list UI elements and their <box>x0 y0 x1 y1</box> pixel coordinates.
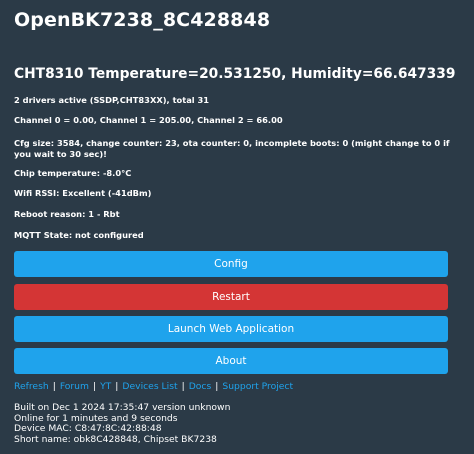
link-separator: | <box>181 381 185 392</box>
device-footer: Built on Dec 1 2024 17:35:47 version unk… <box>14 402 231 445</box>
config-button[interactable]: Config <box>14 251 448 277</box>
reboot-reason: Reboot reason: 1 - Rbt <box>14 209 120 219</box>
devices-list-link[interactable]: Devices List <box>122 381 177 392</box>
short-name-info: Short name: obk8C428848, Chipset BK7238 <box>14 433 217 445</box>
build-info: Built on Dec 1 2024 17:35:47 version unk… <box>14 402 231 413</box>
chip-temperature: Chip temperature: -8.0°C <box>14 168 132 178</box>
footer-links: Refresh | Forum | YT | Devices List | Docs | Suppo… <box>14 381 293 392</box>
support-project-link[interactable]: Support Project <box>222 381 293 392</box>
about-button[interactable]: About <box>14 348 448 374</box>
drivers-info: 2 drivers active (SSDP,CHT83XX), total 3… <box>14 95 210 105</box>
forum-link[interactable]: Forum <box>60 381 89 392</box>
yt-link[interactable]: YT <box>100 381 111 392</box>
link-separator: | <box>92 381 97 392</box>
link-separator: | <box>52 381 56 392</box>
docs-link[interactable]: Docs <box>189 381 212 392</box>
mqtt-state: MQTT State: not configured <box>14 230 144 240</box>
link-separator: | <box>215 381 219 392</box>
wifi-rssi: Wifi RSSI: Excellent (-41dBm) <box>14 188 152 198</box>
launch-web-app-button[interactable]: Launch Web Application <box>14 316 448 342</box>
channels-info: Channel 0 = 0.00, Channel 1 = 205.00, Ch… <box>14 115 283 125</box>
cfg-info: Cfg size: 3584, change counter: 23, ota … <box>14 138 450 159</box>
link-separator: | <box>115 381 119 392</box>
restart-button[interactable]: Restart <box>14 284 448 310</box>
sensor-reading: CHT8310 Temperature=20.531250, Humidity=… <box>14 66 456 82</box>
refresh-link[interactable]: Refresh <box>14 381 49 392</box>
page-title: OpenBK7238_8C428848 <box>14 9 271 31</box>
